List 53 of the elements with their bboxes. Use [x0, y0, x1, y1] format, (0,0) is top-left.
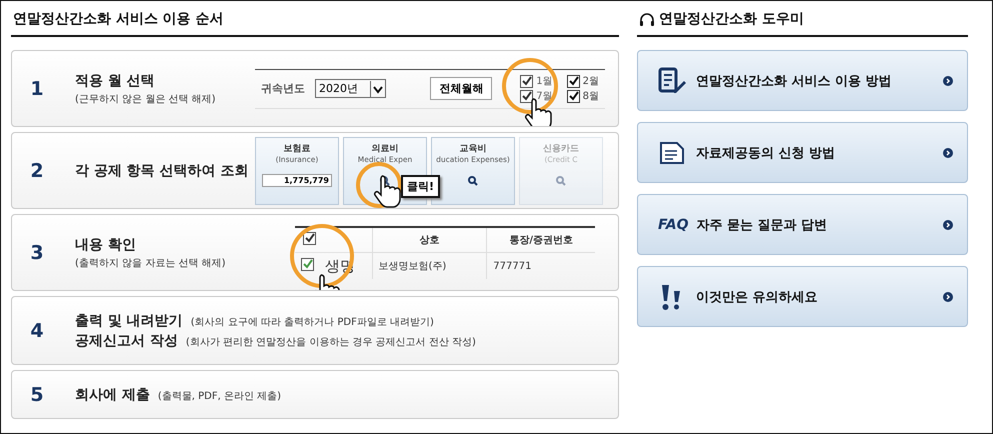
checkbox[interactable] [520, 74, 534, 88]
month-label: 8월 [582, 90, 599, 103]
headset-icon [639, 12, 655, 26]
document-pen-icon [658, 66, 688, 94]
checkbox[interactable] [566, 90, 580, 102]
checkbox[interactable] [302, 232, 316, 245]
step-note: (회사의 요구에 따라 출력하거나 PDF파일로 내려받기) [190, 316, 434, 328]
month-label: 7월 [536, 90, 553, 103]
step-note: (회사가 편리한 연말정산을 이용하는 경우 공제신고서 전산 작성) [186, 336, 476, 348]
help-link-button[interactable]: FAQ 자주 묻는 질문과 답변 [637, 194, 968, 255]
table-cell: 보생명보험(주) [372, 252, 487, 279]
deselect-button[interactable]: 전체월해 [430, 77, 492, 100]
checkbox[interactable] [301, 258, 314, 271]
amount-field: 1,775,779 [262, 174, 332, 186]
faq-label: FAQ [658, 216, 688, 232]
step-note: (근무하지 않은 월은 선택 해제) [75, 92, 217, 106]
checkbox[interactable] [566, 74, 580, 88]
category-title: 의료비 [372, 142, 398, 154]
checkbox[interactable] [520, 90, 534, 102]
column-header: 통장/증권번호 [486, 227, 595, 252]
column-header: 상호 [372, 227, 487, 252]
help-link-button[interactable]: 자료제공동의 신청 방법 [637, 122, 968, 183]
step-number: 5 [29, 384, 45, 406]
month-label: 1월 [536, 75, 553, 88]
step-title: 공제신고서 작성 [75, 332, 178, 350]
step-title: 출력 및 내려받기 [75, 312, 183, 330]
step-number: 1 [29, 78, 45, 100]
category-title: 보험료 [284, 142, 310, 154]
help-link-button[interactable]: 연말정산간소화 서비스 이용 방법 [637, 50, 968, 111]
table-cell: 777771 [486, 252, 595, 279]
step-title: 각 공제 항목 선택하여 조회 [75, 162, 250, 180]
step-number: 2 [29, 160, 45, 182]
year-label: 귀속년도 [261, 81, 305, 96]
step-number: 3 [29, 242, 45, 264]
step-note: (출력하지 않을 자료는 선택 해제) [75, 256, 227, 270]
year-select[interactable]: 2020년 [315, 79, 386, 98]
chevron-icon [943, 292, 953, 302]
chevron-icon [943, 220, 953, 230]
step-note: (출력물, PDF, 온라인 제출) [158, 390, 282, 402]
category-title: 교육비 [460, 142, 486, 154]
chevron-icon [943, 148, 953, 158]
step-title: 적용 월 선택 [75, 72, 156, 90]
category-title: 신용카드 [543, 142, 579, 154]
section-title: 연말정산간소화 서비스 이용 순서 [13, 10, 224, 28]
month-label: 2월 [582, 75, 599, 88]
click-tooltip: 클릭! [401, 175, 440, 198]
help-link-button[interactable]: 이것만은 유의하세요 [637, 266, 968, 327]
chevron-icon [943, 76, 953, 86]
step-title: 회사에 제출 [75, 386, 150, 404]
caret-icon[interactable] [370, 80, 385, 96]
step-number: 4 [29, 320, 45, 342]
step-title: 내용 확인 [75, 236, 137, 254]
section-title: 연말정산간소화 도우미 [659, 10, 804, 28]
